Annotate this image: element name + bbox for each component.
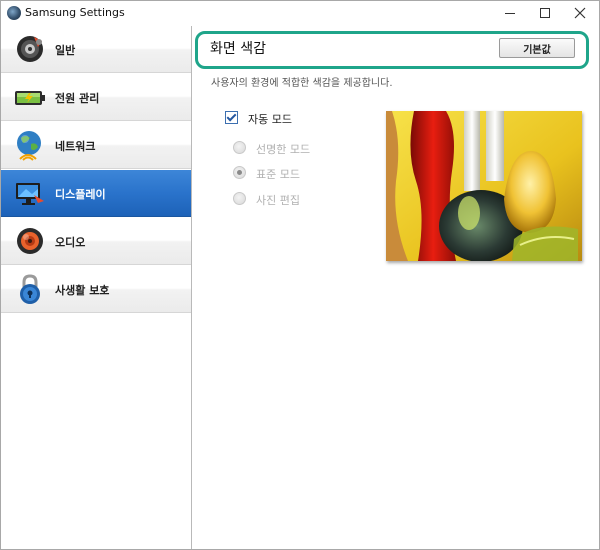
sidebar-item-audio[interactable]: 오디오 xyxy=(1,218,191,265)
sidebar-item-label: 오디오 xyxy=(55,236,86,249)
sidebar-item-network[interactable]: 네트워크 xyxy=(1,122,191,169)
radio-dot-icon xyxy=(237,170,242,175)
minimize-icon xyxy=(505,12,515,14)
default-button[interactable]: 기본값 xyxy=(499,38,575,58)
sidebar-item-label: 디스플레이 xyxy=(55,188,106,201)
monitor-icon xyxy=(16,183,44,205)
sidebar: 일반 전원 관리 네트워크 디스플레이 오디오 사생활 보호 xyxy=(1,26,192,549)
minimize-button[interactable] xyxy=(493,1,527,25)
app-logo-icon xyxy=(7,6,21,20)
close-icon xyxy=(574,7,586,19)
radio-vivid-mode[interactable] xyxy=(233,141,246,154)
sidebar-item-label: 일반 xyxy=(55,44,76,57)
glass-vases-image xyxy=(386,111,582,261)
speaker-gear-icon xyxy=(17,36,43,62)
section-description: 사용자의 환경에 적합한 색감을 제공합니다. xyxy=(211,78,393,89)
close-button[interactable] xyxy=(563,1,597,25)
auto-mode-checkbox[interactable] xyxy=(225,111,238,124)
sidebar-item-general[interactable]: 일반 xyxy=(1,26,191,73)
checkmark-icon xyxy=(226,111,237,122)
radio-label-photo-edit[interactable]: 사진 편집 xyxy=(256,192,300,208)
sidebar-item-power[interactable]: 전원 관리 xyxy=(1,74,191,121)
radio-standard-mode[interactable] xyxy=(233,166,246,179)
battery-icon xyxy=(15,91,45,105)
settings-window: Samsung Settings 일반 전원 관리 네트워크 디스플레이 오디오… xyxy=(0,0,600,550)
title-bar: Samsung Settings xyxy=(1,1,599,25)
lock-icon xyxy=(20,274,40,304)
maximize-button[interactable] xyxy=(528,1,562,25)
auto-mode-label[interactable]: 자동 모드 xyxy=(248,111,292,127)
sidebar-item-label: 네트워크 xyxy=(55,140,96,153)
maximize-icon xyxy=(540,8,550,18)
radio-photo-edit-mode[interactable] xyxy=(233,192,246,205)
window-title: Samsung Settings xyxy=(25,6,125,19)
radio-label-vivid[interactable]: 선명한 모드 xyxy=(256,141,310,157)
sidebar-item-privacy[interactable]: 사생활 보호 xyxy=(1,266,191,313)
color-preview-image xyxy=(386,111,582,261)
sidebar-item-label: 전원 관리 xyxy=(55,92,100,105)
main-panel: 화면 색감 기본값 사용자의 환경에 적합한 색감을 제공합니다. 자동 모드 … xyxy=(193,26,599,549)
sidebar-item-display[interactable]: 디스플레이 xyxy=(1,170,191,217)
speaker-icon xyxy=(17,228,43,254)
radio-label-standard[interactable]: 표준 모드 xyxy=(256,166,300,182)
sidebar-item-label: 사생활 보호 xyxy=(55,284,110,297)
globe-wifi-icon xyxy=(17,131,41,161)
section-title: 화면 색감 xyxy=(210,41,266,57)
